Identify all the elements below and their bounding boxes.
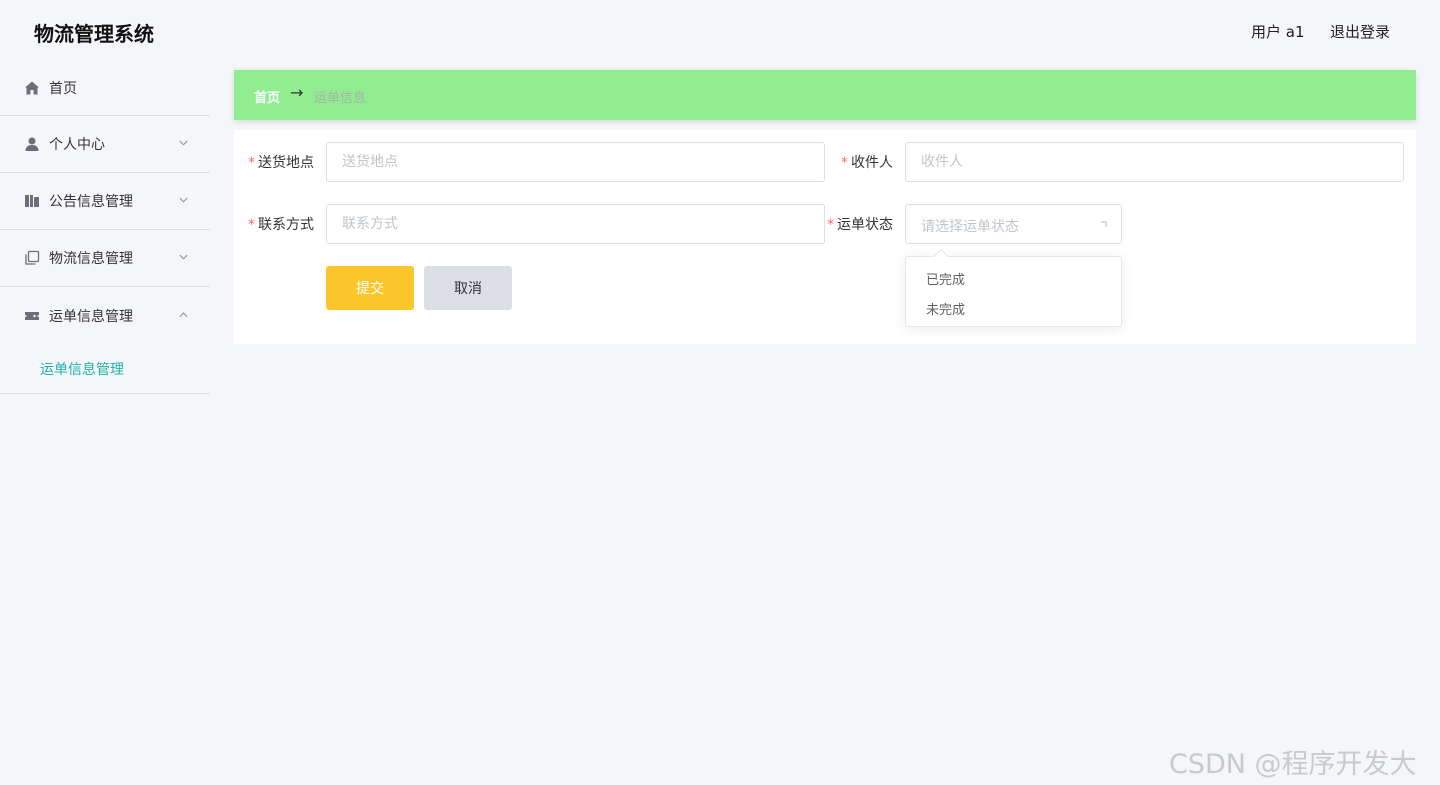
- breadcrumb: 首页 → 运单信息: [234, 70, 1416, 120]
- chevron-icon: [1101, 221, 1107, 227]
- form-panel: *送货地点 *收件人 *联系方式 *运单状态 请选择运单状态 提交 取消: [234, 130, 1416, 344]
- sidebar-item-waybill-management[interactable]: 运单信息管理: [0, 287, 210, 344]
- status-select-placeholder: 请选择运单状态: [921, 219, 1019, 235]
- submenu-item-waybill-management[interactable]: 运单信息管理: [40, 359, 124, 379]
- chevron-up-icon: [179, 311, 188, 317]
- dropdown-option-incomplete[interactable]: 未完成: [926, 299, 965, 318]
- recipient-input[interactable]: [905, 142, 1404, 182]
- submit-button[interactable]: 提交: [326, 266, 414, 310]
- user-label: 用户 a1: [1251, 23, 1305, 41]
- status-label: * 运单状态: [827, 214, 893, 234]
- contact-label: * 联系方式: [248, 214, 314, 234]
- logout-link[interactable]: 退出登录: [1330, 21, 1390, 42]
- required-star: *: [248, 217, 255, 233]
- sidebar: 首页 个人中心 公告信息管理 物流信息管理 运单信息管理 运单信息管理: [0, 60, 210, 785]
- contact-input[interactable]: [326, 204, 825, 244]
- chevron-down-icon: [179, 140, 188, 146]
- chevron-down-icon: [179, 254, 188, 260]
- sidebar-item-label: 物流信息管理: [49, 251, 133, 267]
- chevron-down-icon: [179, 197, 188, 203]
- watermark: CSDN @程序开发大师: [1169, 749, 1417, 780]
- book-icon: [25, 195, 39, 207]
- recipient-label-text: 收件人: [851, 155, 893, 171]
- status-select[interactable]: 请选择运单状态: [905, 204, 1122, 244]
- dropdown-option-completed[interactable]: 已完成: [926, 269, 965, 288]
- contact-label-text: 联系方式: [258, 217, 314, 233]
- header: 物流管理系统 用户 a1 退出登录: [0, 0, 1440, 60]
- sidebar-item-logistics-management[interactable]: 物流信息管理: [0, 230, 210, 287]
- breadcrumb-home[interactable]: 首页: [254, 87, 280, 106]
- recipient-label: * 收件人: [841, 152, 893, 172]
- sidebar-item-notice-management[interactable]: 公告信息管理: [0, 173, 210, 230]
- breadcrumb-current: 运单信息: [314, 91, 367, 106]
- ticket-icon: [25, 311, 39, 320]
- status-label-text: 运单状态: [837, 217, 893, 233]
- copy-icon: [25, 250, 40, 265]
- required-star: *: [841, 155, 848, 171]
- required-star: *: [248, 155, 255, 171]
- sidebar-item-home[interactable]: 首页: [0, 60, 210, 116]
- sidebar-item-label: 首页: [49, 80, 77, 97]
- sidebar-item-label: 运单信息管理: [49, 308, 133, 325]
- sidebar-item-label: 公告信息管理: [49, 194, 133, 210]
- required-star: *: [827, 217, 834, 233]
- submenu: 运单信息管理: [0, 344, 210, 394]
- breadcrumb-separator: →: [290, 83, 304, 102]
- delivery-location-label: * 送货地点: [248, 152, 314, 172]
- home-icon: [25, 81, 39, 94]
- delivery-location-label-text: 送货地点: [258, 155, 314, 171]
- sidebar-item-personal-center[interactable]: 个人中心: [0, 116, 210, 173]
- delivery-location-input[interactable]: [326, 142, 825, 182]
- sidebar-item-label: 个人中心: [49, 137, 105, 153]
- app-title: 物流管理系统: [34, 22, 154, 46]
- cancel-button[interactable]: 取消: [424, 266, 512, 310]
- status-dropdown: 已完成 未完成: [905, 248, 1122, 327]
- user-icon: [25, 137, 39, 151]
